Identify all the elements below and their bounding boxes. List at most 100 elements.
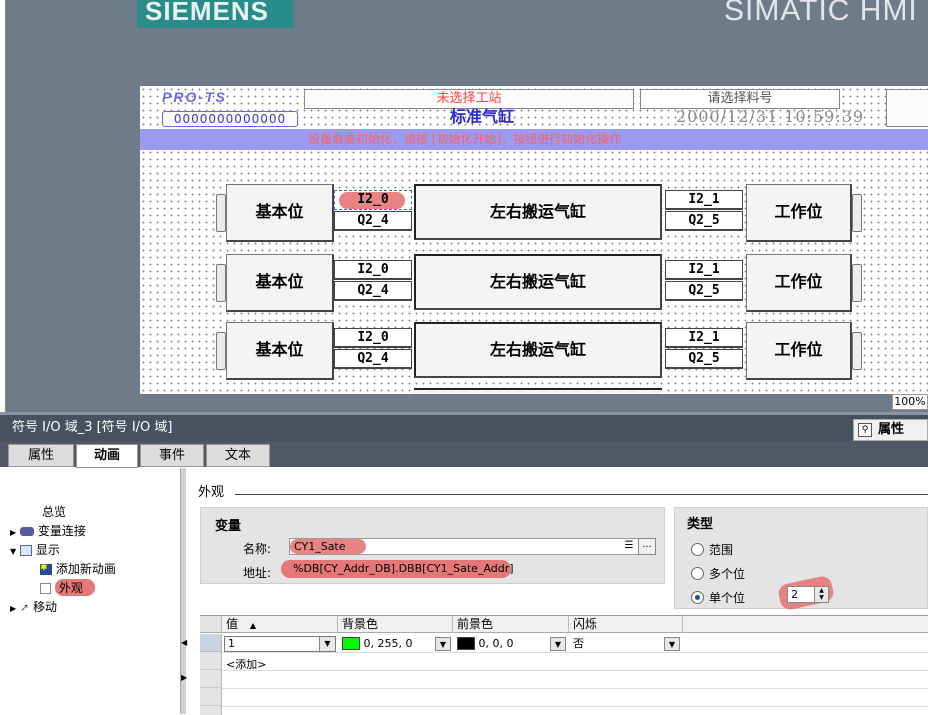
right-indicator — [852, 332, 862, 370]
variable-icon — [19, 527, 34, 536]
browse-button[interactable]: ... — [638, 538, 656, 555]
radio-multi-bit-label: 多个位 — [709, 567, 746, 581]
flash-select[interactable]: 否 ▼ — [569, 636, 681, 652]
bit-number-value: 2 — [791, 588, 798, 601]
address-label: 地址: — [243, 566, 272, 580]
tab-events[interactable]: 事件 — [140, 444, 204, 467]
tree-item-display[interactable]: ▼ 显示 — [10, 541, 60, 558]
cylinder-name-button[interactable]: 左右搬运气缸 — [414, 184, 662, 240]
column-header-flash[interactable]: 闪烁 — [569, 616, 683, 633]
output-left-field[interactable]: Q2_4 — [334, 281, 412, 301]
dropdown-arrow-icon[interactable]: ▼ — [435, 637, 451, 651]
grid-line — [222, 652, 928, 653]
work-position-button[interactable]: 工作位 — [746, 322, 852, 380]
radio-multi-bit[interactable] — [691, 567, 704, 580]
collapse-left-icon[interactable]: ◀ — [181, 638, 187, 647]
fgcolor-value: 0, 0, 0 — [478, 637, 514, 650]
tab-bar: 属性 动画 事件 文本 — [0, 441, 928, 468]
appearance-table: 值 ▲ 背景色 前景色 闪烁 1 ▼ 0, 255, 0 ▼ 0, 0, 0 ▼… — [200, 615, 928, 715]
output-left-field[interactable]: Q2_4 — [334, 349, 412, 369]
column-header-empty — [683, 616, 928, 633]
zoom-level[interactable]: 100% — [892, 394, 928, 410]
output-right-field[interactable]: Q2_5 — [665, 349, 743, 369]
left-edge — [0, 0, 6, 412]
station-field[interactable]: 未选择工站 — [304, 89, 634, 109]
section-title: 外观 — [198, 485, 225, 500]
tree-item-appearance-label: 外观 — [54, 579, 95, 596]
cylinder-row: 基本位 I2_0 Q2_4 左右搬运气缸 I2_1 Q2_5 工作位 — [140, 322, 928, 382]
expand-right-icon[interactable]: ▶ — [181, 673, 187, 682]
tab-texts[interactable]: 文本 — [206, 444, 270, 467]
add-row-link[interactable]: <添加> — [226, 656, 266, 672]
add-star-icon: ✱ — [40, 564, 52, 575]
tree-item-appearance[interactable]: 外观 — [40, 579, 95, 596]
input-left-field[interactable]: I2_0 — [334, 190, 412, 210]
value-select-text: 1 — [228, 637, 235, 650]
tree-item-var-conn[interactable]: ▶ 变量连接 — [10, 522, 86, 539]
dropdown-arrow-icon[interactable]: ▼ — [664, 637, 680, 651]
input-right-field[interactable]: I2_1 — [665, 328, 743, 348]
dropdown-arrow-icon[interactable]: ▼ — [319, 637, 335, 651]
tree-item-move[interactable]: ▶ ➚ 移动 — [10, 598, 57, 615]
properties-title: 符号 I/O 域_3 [符号 I/O 域] — [0, 415, 928, 441]
tree-item-add-animation[interactable]: ✱ 添加新动画 — [40, 560, 116, 577]
right-indicator — [852, 264, 862, 302]
right-indicator — [852, 194, 862, 232]
column-header-bgcolor[interactable]: 背景色 — [338, 616, 453, 633]
left-indicator — [216, 194, 226, 232]
home-position-button[interactable]: 基本位 — [226, 254, 334, 312]
appearance-icon — [40, 583, 51, 594]
magnifier-icon: ⚲ — [858, 423, 872, 437]
tab-properties[interactable]: 属性 — [8, 444, 74, 467]
spinner-arrows-icon[interactable]: ▲ ▼ — [814, 587, 828, 602]
column-header-value-label: 值 — [226, 617, 239, 631]
siemens-logo: SIEMENS — [137, 0, 293, 28]
input-left-field[interactable]: I2_0 — [334, 260, 412, 280]
variable-name-input[interactable]: CY1_Sate — [289, 538, 639, 555]
radio-single-bit[interactable] — [691, 591, 704, 604]
radio-range[interactable] — [691, 543, 704, 556]
address-value: %DB[CY_Addr_DB].DBB[CY1_Sate_Addr] — [281, 560, 514, 578]
input-right-field[interactable]: I2_1 — [665, 190, 743, 210]
variable-name-value: CY1_Sate — [294, 540, 346, 553]
column-header-value[interactable]: 值 ▲ — [222, 616, 338, 633]
display-icon — [19, 545, 32, 556]
collapse-arrow-icon: ▼ — [10, 547, 17, 556]
fgcolor-swatch — [457, 637, 475, 650]
nav-splitter[interactable]: ◀ ▶ — [180, 468, 187, 714]
tree-item-overview[interactable]: 总览 — [42, 503, 66, 520]
bit-number-spinner[interactable]: 2 ▲ ▼ — [787, 586, 829, 603]
home-position-button[interactable]: 基本位 — [226, 184, 334, 242]
home-position-button[interactable]: 基本位 — [226, 322, 334, 380]
tree-item-move-label: 移动 — [33, 600, 58, 614]
move-icon: ➚ — [19, 601, 30, 614]
bgcolor-select[interactable]: 0, 255, 0 ▼ — [338, 636, 452, 652]
pro-ts-logo: PRO-TS — [162, 89, 227, 105]
material-select[interactable]: 请选择料号 — [640, 89, 840, 109]
list-icon[interactable]: ☰ — [621, 538, 637, 555]
grid-line — [222, 706, 928, 707]
output-right-field[interactable]: Q2_5 — [665, 281, 743, 301]
variable-header: 变量 — [215, 519, 242, 534]
output-right-field[interactable]: Q2_5 — [665, 211, 743, 231]
cylinder-name-button[interactable]: 左右搬运气缸 — [414, 322, 662, 378]
section-divider — [235, 494, 928, 495]
variable-group: 变量 名称: CY1_Sate ☰ ... 地址: %DB[CY_Addr_DB… — [200, 507, 665, 584]
animation-tree: 总览 ▶ 变量连接 ▼ 显示 ✱ 添加新动画 外观 ▶ ➚ 移动 — [6, 468, 180, 714]
cylinder-name-button[interactable]: 左右搬运气缸 — [414, 254, 662, 310]
work-position-button[interactable]: 工作位 — [746, 254, 852, 312]
fgcolor-select[interactable]: 0, 0, 0 ▼ — [453, 636, 567, 652]
tab-animations[interactable]: 动画 — [76, 444, 138, 468]
output-left-field[interactable]: Q2_4 — [334, 211, 412, 231]
properties-button[interactable]: ⚲ 属性 — [853, 419, 928, 441]
value-select[interactable]: 1 ▼ — [224, 636, 336, 652]
column-header-fgcolor[interactable]: 前景色 — [453, 616, 569, 633]
radio-range-label: 范围 — [709, 543, 734, 557]
input-right-field[interactable]: I2_1 — [665, 260, 743, 280]
work-position-button[interactable]: 工作位 — [746, 184, 852, 242]
right-box — [886, 89, 928, 127]
dropdown-arrow-icon[interactable]: ▼ — [550, 637, 566, 651]
type-group: 类型 范围 多个位 单个位 2 ▲ ▼ — [674, 507, 928, 612]
left-indicator — [216, 264, 226, 302]
input-left-field[interactable]: I2_0 — [334, 328, 412, 348]
